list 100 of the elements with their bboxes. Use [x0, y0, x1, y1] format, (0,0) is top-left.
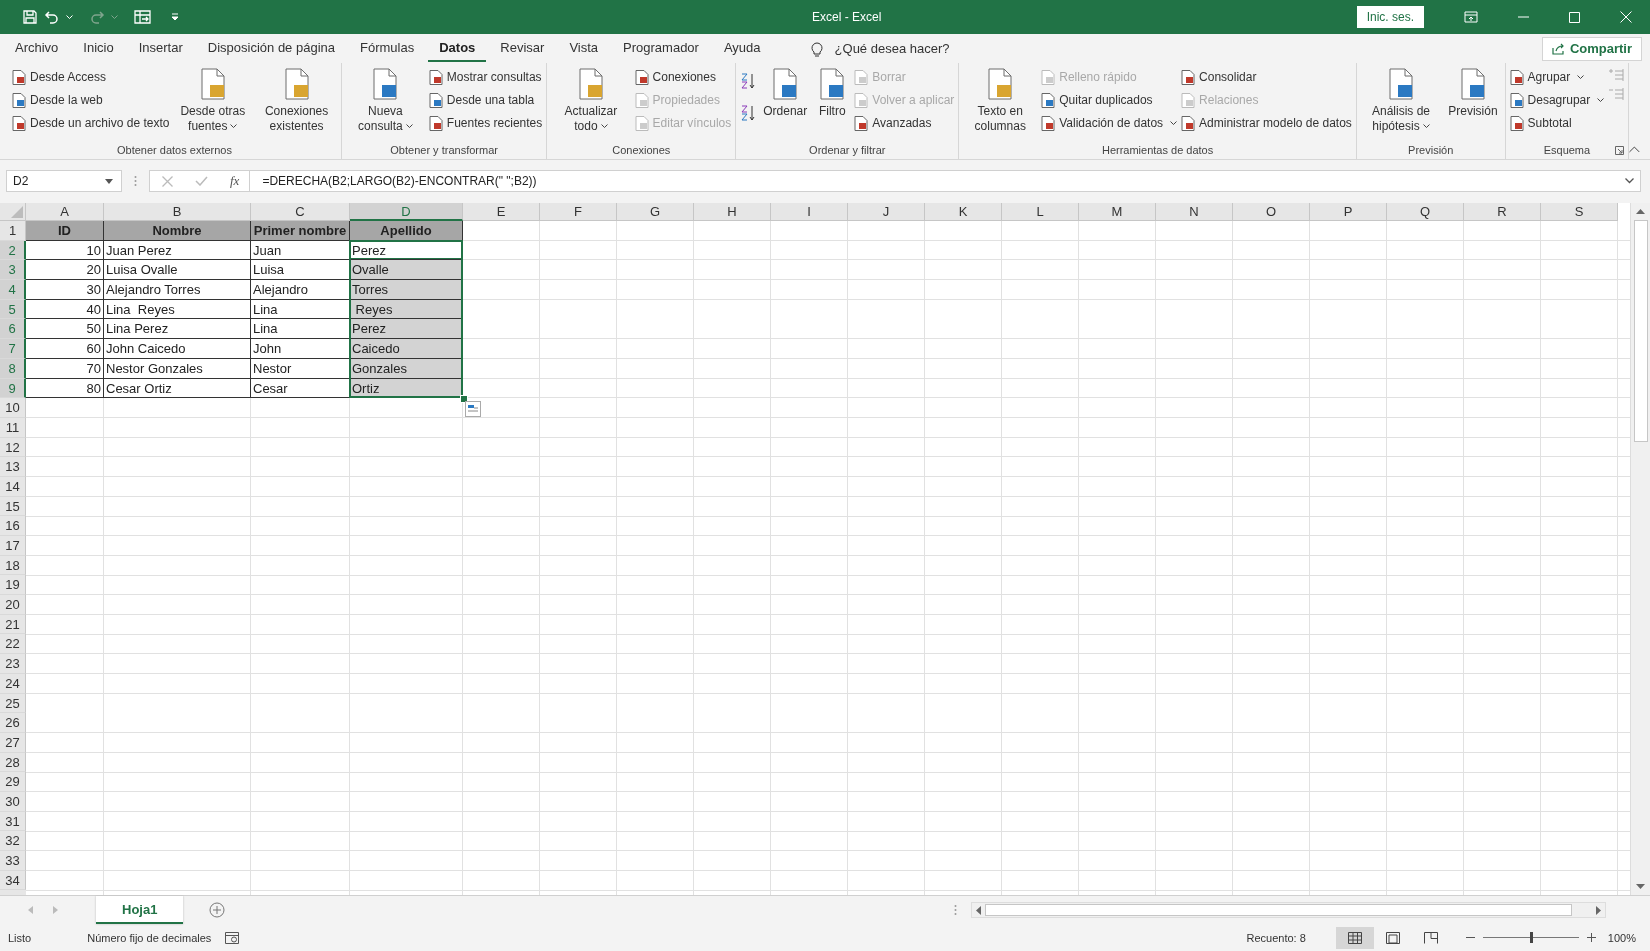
sort-ascending-icon[interactable] [740, 72, 757, 90]
row-header[interactable]: 4 [0, 280, 26, 300]
form-icon[interactable] [134, 9, 151, 25]
row-header[interactable]: 29 [0, 772, 26, 792]
column-header[interactable]: M [1079, 203, 1156, 221]
customize-caret-icon[interactable] [171, 13, 179, 21]
row-header[interactable]: 24 [0, 673, 26, 694]
ribbon-tab[interactable]: Fórmulas [349, 35, 426, 62]
row-header[interactable]: 7 [0, 339, 26, 359]
column-header[interactable]: I [771, 203, 848, 221]
ribbon-button[interactable]: Administrar modelo de datos [1181, 114, 1352, 132]
ribbon-button[interactable]: Avanzadas [854, 114, 955, 132]
ribbon-button[interactable]: Desde otras fuentes [173, 66, 253, 136]
row-header[interactable]: 3 [0, 260, 26, 281]
row-header[interactable]: 10 [0, 398, 26, 418]
ribbon-button[interactable]: Fuentes recientes [428, 114, 543, 132]
row-header[interactable]: 2 [0, 240, 26, 261]
ribbon-button[interactable]: Subtotal [1509, 114, 1605, 132]
row-header[interactable]: 11 [0, 417, 26, 438]
row-header[interactable]: 19 [0, 575, 26, 596]
column-header[interactable]: F [540, 203, 617, 221]
save-icon[interactable] [22, 9, 38, 25]
row-header[interactable]: 21 [0, 614, 26, 635]
column-header[interactable]: C [251, 203, 350, 221]
row-header[interactable]: 13 [0, 457, 26, 477]
row-header[interactable]: 22 [0, 634, 26, 655]
close-icon[interactable] [1620, 11, 1632, 23]
column-header[interactable]: S [1541, 203, 1618, 221]
row-header[interactable]: 30 [0, 791, 26, 812]
column-header[interactable]: Q [1387, 203, 1464, 221]
scrollbar-thumb[interactable] [985, 904, 1572, 916]
row-header[interactable]: 32 [0, 831, 26, 851]
quick-analysis-icon[interactable] [465, 401, 481, 418]
row-header[interactable]: 25 [0, 693, 26, 714]
row-header[interactable]: 20 [0, 595, 26, 615]
normal-view-button[interactable] [1335, 926, 1374, 949]
dialog-launcher-icon[interactable] [1615, 146, 1625, 155]
ribbon-tab[interactable]: Vista [558, 35, 610, 62]
row-header[interactable]: 14 [0, 476, 26, 497]
ribbon-button[interactable]: Previsión [1445, 66, 1501, 121]
column-header[interactable]: R [1464, 203, 1541, 221]
ribbon-button[interactable]: Desde Access [12, 68, 170, 86]
row-header[interactable]: 16 [0, 516, 26, 536]
scrollbar-thumb[interactable] [1633, 220, 1648, 442]
share-button[interactable]: Compartir [1541, 36, 1642, 61]
column-header[interactable]: E [463, 203, 540, 221]
tell-me-search[interactable]: ¿Qué desea hacer? [834, 41, 950, 56]
row-header[interactable]: 9 [0, 378, 26, 399]
row-header[interactable]: 33 [0, 851, 26, 871]
sort-descending-icon[interactable] [740, 104, 757, 122]
row-header[interactable]: 12 [0, 437, 26, 458]
ribbon-button[interactable]: Mostrar consultas [428, 68, 543, 86]
zoom-percent[interactable]: 100% [1607, 931, 1636, 944]
ribbon-button[interactable]: Desde una tabla [428, 91, 543, 109]
column-header[interactable]: G [617, 203, 694, 221]
expand-caret-icon[interactable] [1625, 178, 1634, 184]
ribbon-button[interactable]: Desagrupar [1509, 91, 1605, 109]
ribbon-button[interactable]: Filtro [814, 66, 851, 121]
name-box[interactable]: D2 [6, 170, 122, 192]
sheet-tab[interactable]: Hoja1 [96, 896, 184, 924]
row-header[interactable]: 23 [0, 654, 26, 674]
ribbon-button[interactable]: Actualizar todo [551, 66, 631, 136]
check-icon[interactable] [195, 176, 208, 186]
maximize-icon[interactable] [1569, 11, 1580, 23]
ribbon-button[interactable]: Validación de datos [1041, 114, 1178, 132]
zoom-in-icon[interactable] [1586, 933, 1596, 942]
row-header[interactable]: 8 [0, 358, 26, 379]
lightbulb-icon[interactable] [810, 40, 823, 57]
vertical-scrollbar[interactable] [1630, 203, 1650, 895]
ribbon-button[interactable]: Conexiones existentes [256, 66, 337, 136]
ribbon-tab[interactable]: Inicio [72, 35, 125, 62]
undo-icon[interactable] [44, 9, 60, 25]
row-header[interactable]: 18 [0, 555, 26, 576]
column-header[interactable]: P [1310, 203, 1387, 221]
ribbon-button[interactable]: Ordenar [760, 66, 811, 121]
ribbon-button[interactable]: Nueva consulta [345, 66, 425, 136]
fill-handle[interactable] [460, 395, 468, 404]
zoom-slider-thumb[interactable] [1529, 932, 1533, 943]
grip-icon[interactable] [134, 175, 137, 187]
collapse-ribbon-icon[interactable] [1629, 146, 1640, 153]
ribbon-tab[interactable]: Datos [428, 35, 487, 62]
ribbon-tab[interactable]: Insertar [127, 35, 194, 62]
row-header[interactable]: 34 [0, 870, 26, 891]
ribbon-button[interactable]: Texto en columnas [963, 66, 1038, 136]
column-header[interactable]: N [1156, 203, 1233, 221]
ribbon-tab[interactable]: Archivo [4, 35, 70, 62]
column-header[interactable]: B [104, 203, 251, 221]
formula-field[interactable]: =DERECHA(B2;LARGO(B2)-ENCONTRAR(" ";B2)) [250, 170, 1641, 192]
column-header[interactable]: O [1233, 203, 1310, 221]
ribbon-tab[interactable]: Disposición de página [196, 35, 346, 62]
column-header[interactable]: L [1002, 203, 1079, 221]
row-header[interactable]: 17 [0, 536, 26, 556]
row-header[interactable]: 15 [0, 496, 26, 517]
row-header[interactable]: 28 [0, 752, 26, 773]
column-header[interactable]: H [694, 203, 771, 221]
ribbon-button[interactable]: Agrupar [1509, 68, 1605, 86]
column-header[interactable]: K [925, 203, 1002, 221]
row-header[interactable]: 26 [0, 713, 26, 733]
ribbon-button[interactable]: Desde la web [12, 91, 170, 109]
ribbon-button[interactable]: Desde un archivo de texto [12, 114, 170, 132]
